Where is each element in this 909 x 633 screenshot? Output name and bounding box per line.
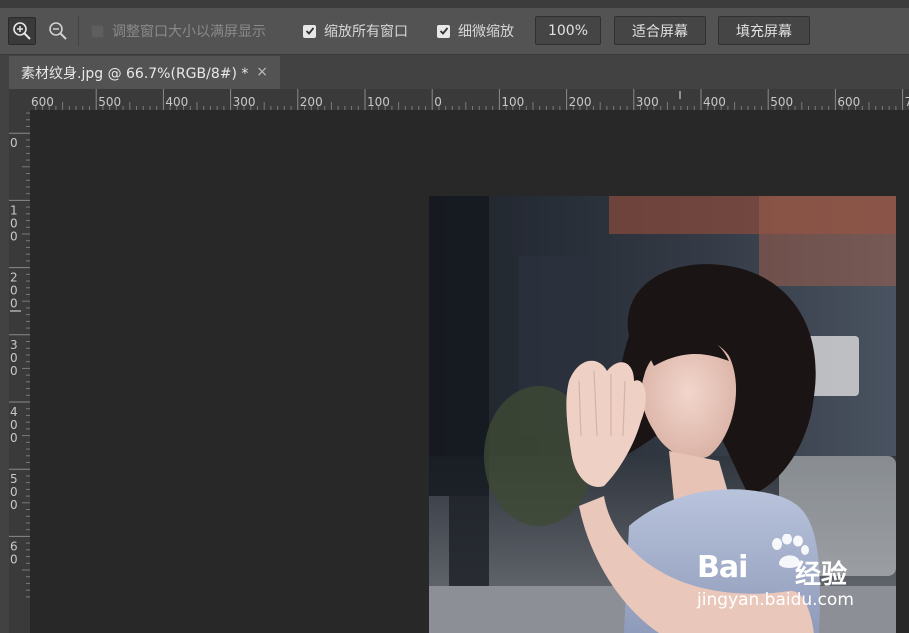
ruler-label: 70 [905,95,909,109]
zoom-out-icon [49,22,67,40]
watermark-url: jingyan.baidu.com [697,590,854,610]
watermark-brand-prefix: Bai [697,550,748,585]
baidu-watermark: Bai 经验 jingyan.baidu.com [697,534,896,614]
ruler-label: 400 [10,405,18,445]
zoom-all-windows-label: 缩放所有窗口 [324,24,408,40]
ruler-label: 100 [10,203,18,243]
ruler-label: 100 [367,95,390,109]
zoom-in-icon [13,22,31,40]
document-tab-bar: 素材纹身.jpg @ 66.7%(RGB/8#) * × [0,55,909,89]
zoom-in-button[interactable] [8,17,36,45]
ruler-label: 500 [770,95,793,109]
checkbox-unchecked-icon [91,24,104,38]
ruler-label: 500 [10,472,18,512]
horizontal-ruler-ticks: 600 500 400 300 200 100 0 100 200 300 400 500 600 70 [31,89,909,110]
separator [78,16,79,46]
ruler-label: 600 [837,95,860,109]
checkbox-checked-icon [303,24,316,38]
resize-windows-checkbox[interactable]: 调整窗口大小以满屏显示 [91,22,266,40]
ruler-label: 200 [300,95,323,109]
horizontal-ruler[interactable]: 600 500 400 300 200 100 0 100 200 300 400 500 600 70 [30,89,909,110]
document-title: 素材纹身.jpg @ 66.7%(RGB/8#) * [21,65,249,82]
checkbox-checked-icon [437,24,450,38]
close-icon[interactable]: × [256,64,268,80]
options-bar: 调整窗口大小以满屏显示 缩放所有窗口 细微缩放 100% 适合屏幕 填充屏幕 [0,8,909,55]
top-strip [0,0,909,8]
ruler-label: 300 [10,338,18,378]
scrubby-zoom-label: 细微缩放 [458,24,514,40]
ruler-label: 400 [165,95,188,109]
fill-screen-button[interactable]: 填充屏幕 [718,16,810,45]
document-canvas[interactable]: Bai 经验 jingyan.baidu.com [30,110,909,633]
ruler-label: 0 [434,95,442,109]
document-photo[interactable]: Bai 经验 jingyan.baidu.com [429,196,896,633]
fit-screen-button[interactable]: 适合屏幕 [614,16,706,45]
resize-windows-label: 调整窗口大小以满屏显示 [112,24,266,40]
ruler-label: 200 [569,95,592,109]
ruler-label: 100 [501,95,524,109]
vertical-ruler-ticks: 100010020030040050060 [9,112,30,598]
ruler-label: 300 [636,95,659,109]
ruler-label: 60 [10,539,18,566]
ruler-label: 400 [703,95,726,109]
document-tab[interactable]: 素材纹身.jpg @ 66.7%(RGB/8#) * × [9,56,280,89]
zoom-100-button[interactable]: 100% [535,16,601,45]
ruler-label: 0 [10,136,18,150]
scrubby-zoom-checkbox[interactable]: 细微缩放 [437,22,514,40]
ruler-label: 500 [98,95,121,109]
vertical-ruler[interactable]: 100010020030040050060 [9,110,30,633]
ruler-label: 300 [233,95,256,109]
ruler-label: 600 [31,95,54,109]
zoom-all-windows-checkbox[interactable]: 缩放所有窗口 [303,22,408,40]
zoom-out-button[interactable] [44,17,72,45]
panel-gutter [0,89,9,633]
ruler-origin[interactable] [9,89,30,110]
ruler-label: 200 [10,271,18,311]
watermark-brand-suffix: 经验 [795,560,848,590]
